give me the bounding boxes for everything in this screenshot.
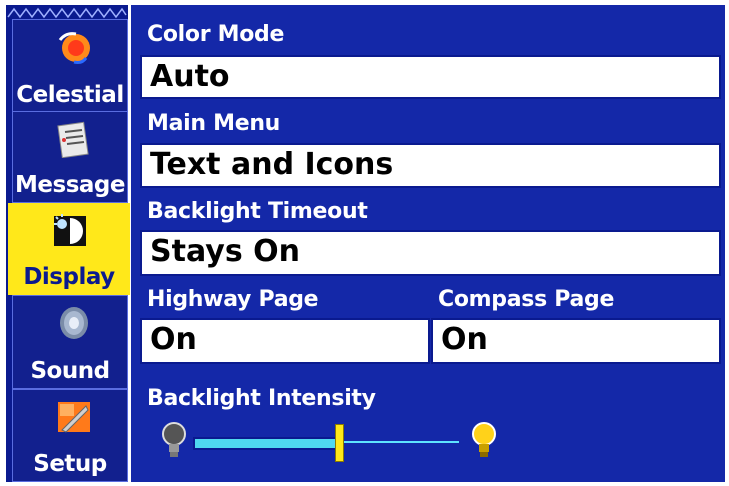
backlight-timeout-label: Backlight Timeout <box>147 199 368 224</box>
setup-icon <box>58 402 90 433</box>
settings-screen: Celestial Message Display Sound Setup Co… <box>0 0 729 486</box>
backlight-intensity-slider[interactable] <box>193 437 344 450</box>
tab-message-label: Message <box>15 172 125 198</box>
tab-strip: Celestial Message Display Sound Setup <box>6 5 130 482</box>
backlight-intensity-label: Backlight Intensity <box>147 386 376 411</box>
dim-bulb-icon <box>162 422 186 457</box>
tab-message[interactable]: Message <box>12 111 128 203</box>
message-icon <box>57 121 89 158</box>
color-mode-field[interactable]: Auto <box>140 55 721 99</box>
bright-bulb-icon <box>472 422 496 457</box>
celestial-icon <box>58 32 90 64</box>
compass-page-field[interactable]: On <box>431 318 721 364</box>
tab-sound[interactable]: Sound <box>12 295 128 389</box>
main-menu-label: Main Menu <box>147 111 281 136</box>
backlight-timeout-field[interactable]: Stays On <box>140 230 721 276</box>
tab-celestial[interactable]: Celestial <box>12 19 128 113</box>
tab-sound-label: Sound <box>30 358 110 384</box>
tab-display-label: Display <box>23 264 115 290</box>
color-mode-label: Color Mode <box>147 22 285 47</box>
sound-icon <box>60 307 88 339</box>
tab-celestial-label: Celestial <box>16 82 124 108</box>
highway-page-field[interactable]: On <box>140 318 430 364</box>
tab-setup-label: Setup <box>33 451 107 477</box>
main-menu-field[interactable]: Text and Icons <box>140 143 721 188</box>
slider-track-remaining <box>339 441 459 443</box>
compass-page-label: Compass Page <box>438 287 615 312</box>
tab-display[interactable]: Display <box>8 203 130 295</box>
highway-page-label: Highway Page <box>147 287 319 312</box>
backlight-intensity-thumb[interactable] <box>335 424 345 462</box>
display-icon <box>54 214 86 246</box>
scroll-up-icon[interactable] <box>6 5 128 19</box>
tab-setup[interactable]: Setup <box>12 389 128 482</box>
